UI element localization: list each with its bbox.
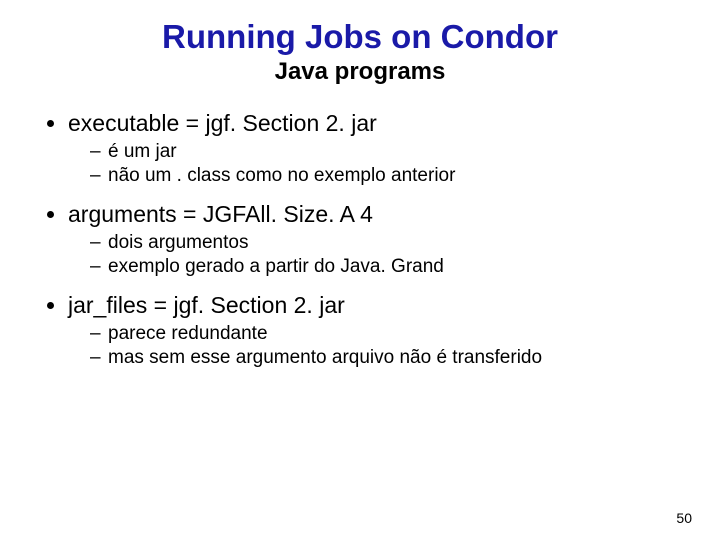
sub-bullet-item: mas sem esse argumento arquivo não é tra… [90, 347, 680, 369]
bullet-text: jar_files = jgf. Section 2. jar [68, 292, 345, 318]
slide-title: Running Jobs on Condor [40, 18, 680, 56]
bullet-text: executable = jgf. Section 2. jar [68, 110, 377, 136]
sub-bullet-item: dois argumentos [90, 232, 680, 254]
bullet-text: arguments = JGFAll. Size. A 4 [68, 201, 373, 227]
sub-bullet-item: exemplo gerado a partir do Java. Grand [90, 256, 680, 278]
page-number: 50 [676, 510, 692, 526]
bullet-item: executable = jgf. Section 2. jar é um ja… [68, 110, 680, 187]
sub-bullet-list: é um jar não um . class como no exemplo … [68, 141, 680, 187]
bullet-list: executable = jgf. Section 2. jar é um ja… [40, 110, 680, 369]
bullet-item: jar_files = jgf. Section 2. jar parece r… [68, 292, 680, 369]
slide: Running Jobs on Condor Java programs exe… [0, 0, 720, 540]
sub-bullet-list: parece redundante mas sem esse argumento… [68, 323, 680, 369]
bullet-item: arguments = JGFAll. Size. A 4 dois argum… [68, 201, 680, 278]
sub-bullet-item: parece redundante [90, 323, 680, 345]
sub-bullet-item: é um jar [90, 141, 680, 163]
sub-bullet-list: dois argumentos exemplo gerado a partir … [68, 232, 680, 278]
slide-subtitle: Java programs [40, 58, 680, 86]
sub-bullet-item: não um . class como no exemplo anterior [90, 165, 680, 187]
